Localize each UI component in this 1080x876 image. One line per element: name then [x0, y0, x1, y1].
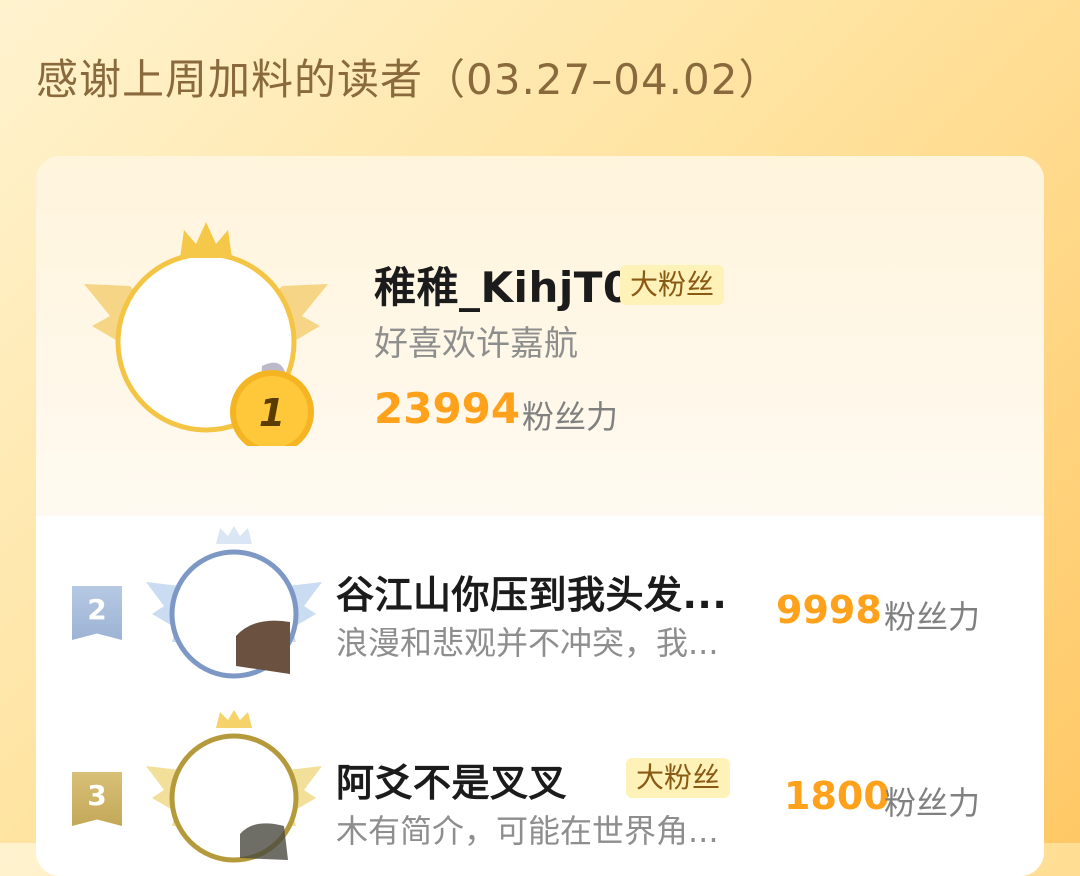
leaderboard-list: 2 谷江山你压到我头发... 浪漫和悲观并不冲突，我... 9998 粉丝力 3 — [36, 516, 1044, 876]
big-fan-badge-3: 大粉丝 — [626, 758, 731, 798]
big-fan-badge-1: 大粉丝 — [620, 265, 725, 305]
rank-badge-3: 3 — [72, 772, 122, 826]
reader-name-2[interactable]: 谷江山你压到我头发... — [336, 564, 727, 619]
reader-bio-2: 浪漫和悲观并不冲突，我... — [336, 624, 719, 662]
leaderboard-item-1[interactable]: 1 稚稚_KihjT0 大粉丝 好喜欢许嘉航 23994 粉丝力 — [36, 156, 1044, 516]
fan-power-value-2: 9998 — [776, 588, 882, 632]
reader-bio-1: 好喜欢许嘉航 — [374, 324, 578, 364]
svg-text:1: 1 — [259, 391, 285, 435]
silver-avatar-frame-icon[interactable] — [144, 526, 324, 686]
bronze-avatar-frame-icon[interactable] — [144, 708, 324, 868]
leaderboard-item-2[interactable]: 2 谷江山你压到我头发... 浪漫和悲观并不冲突，我... 9998 粉丝力 — [36, 516, 1044, 696]
reader-name-3[interactable]: 阿爻不是叉叉 — [336, 752, 567, 807]
gold-avatar-frame-icon[interactable]: 1 — [82, 216, 332, 446]
fan-power-label-1: 粉丝力 — [522, 398, 619, 436]
fan-power-value-3: 1800 — [784, 774, 890, 818]
page-title: 感谢上周加料的读者（03.27–04.02） — [36, 55, 782, 104]
leaderboard-card: 1 稚稚_KihjT0 大粉丝 好喜欢许嘉航 23994 粉丝力 2 谷江山你压… — [36, 156, 1044, 876]
leaderboard-item-3[interactable]: 3 阿爻不是叉叉 大粉丝 木有简介，可能在世界角... 1800 粉丝力 — [36, 696, 1044, 876]
reader-name-1[interactable]: 稚稚_KihjT0 — [374, 254, 633, 315]
rank-badge-2: 2 — [72, 586, 122, 640]
fan-power-label-2: 粉丝力 — [884, 598, 981, 636]
reader-bio-3: 木有简介，可能在世界角... — [336, 812, 719, 850]
fan-power-label-3: 粉丝力 — [884, 784, 981, 822]
fan-power-value-1: 23994 — [374, 384, 521, 433]
